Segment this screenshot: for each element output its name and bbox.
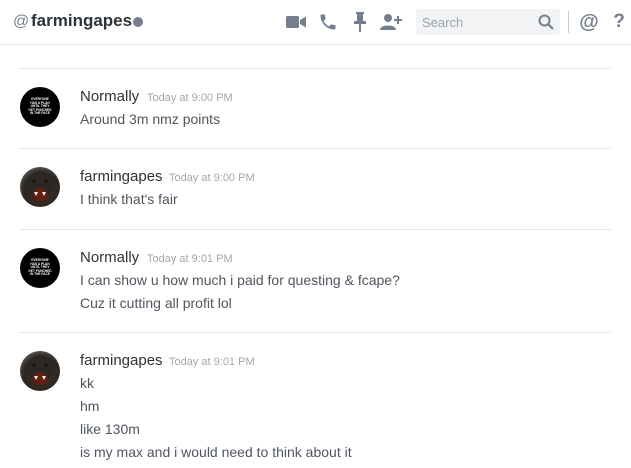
channel-header: @ farmingapes @ ? [0, 0, 631, 45]
message-line: kk [80, 375, 94, 391]
avatar[interactable]: EVERYONE HAS A PLAN UNTIL THEY GET PUNCHED I… [20, 248, 60, 288]
message-divider [20, 229, 611, 230]
message-divider [20, 148, 611, 149]
message-divider [20, 68, 611, 69]
mention-icon[interactable]: @ [578, 11, 600, 33]
message-timestamp: Today at 9:00 PM [169, 172, 255, 184]
message-line: I think that's fair [80, 191, 178, 207]
message-timestamp: Today at 9:01 PM [147, 253, 233, 265]
message-line: Around 3m nmz points [80, 111, 221, 127]
search-icon[interactable] [538, 14, 554, 35]
avatar[interactable] [20, 167, 60, 207]
help-icon[interactable]: ? [608, 11, 630, 33]
video-call-icon[interactable] [285, 11, 307, 33]
status-indicator [133, 17, 143, 27]
add-member-icon[interactable] [380, 11, 402, 33]
message-timestamp: Today at 9:01 PM [169, 356, 255, 368]
message-line: is my max and i would need to think abou… [80, 444, 352, 460]
voice-call-icon[interactable] [317, 11, 339, 33]
search-box[interactable] [416, 9, 560, 35]
message-divider [20, 332, 611, 333]
message-author[interactable]: farmingapes [80, 352, 163, 369]
avatar[interactable] [20, 351, 60, 391]
message-line: like 130m [80, 421, 140, 437]
header-divider [568, 11, 569, 33]
message-timestamp: Today at 9:00 PM [147, 92, 233, 104]
search-input[interactable] [422, 12, 532, 32]
message-line: I can show u how much i paid for questin… [80, 272, 400, 288]
message-author[interactable]: farmingapes [80, 168, 163, 185]
channel-name[interactable]: farmingapes [31, 11, 132, 31]
message-line: Cuz it cutting all profit lol [80, 295, 232, 311]
message-author[interactable]: Normally [80, 249, 139, 266]
message-line: hm [80, 398, 100, 414]
pin-icon[interactable] [349, 11, 371, 33]
at-symbol: @ [13, 13, 30, 30]
message-author[interactable]: Normally [80, 88, 139, 105]
avatar[interactable]: EVERYONE HAS A PLAN UNTIL THEY GET PUNCHED I… [20, 87, 60, 127]
